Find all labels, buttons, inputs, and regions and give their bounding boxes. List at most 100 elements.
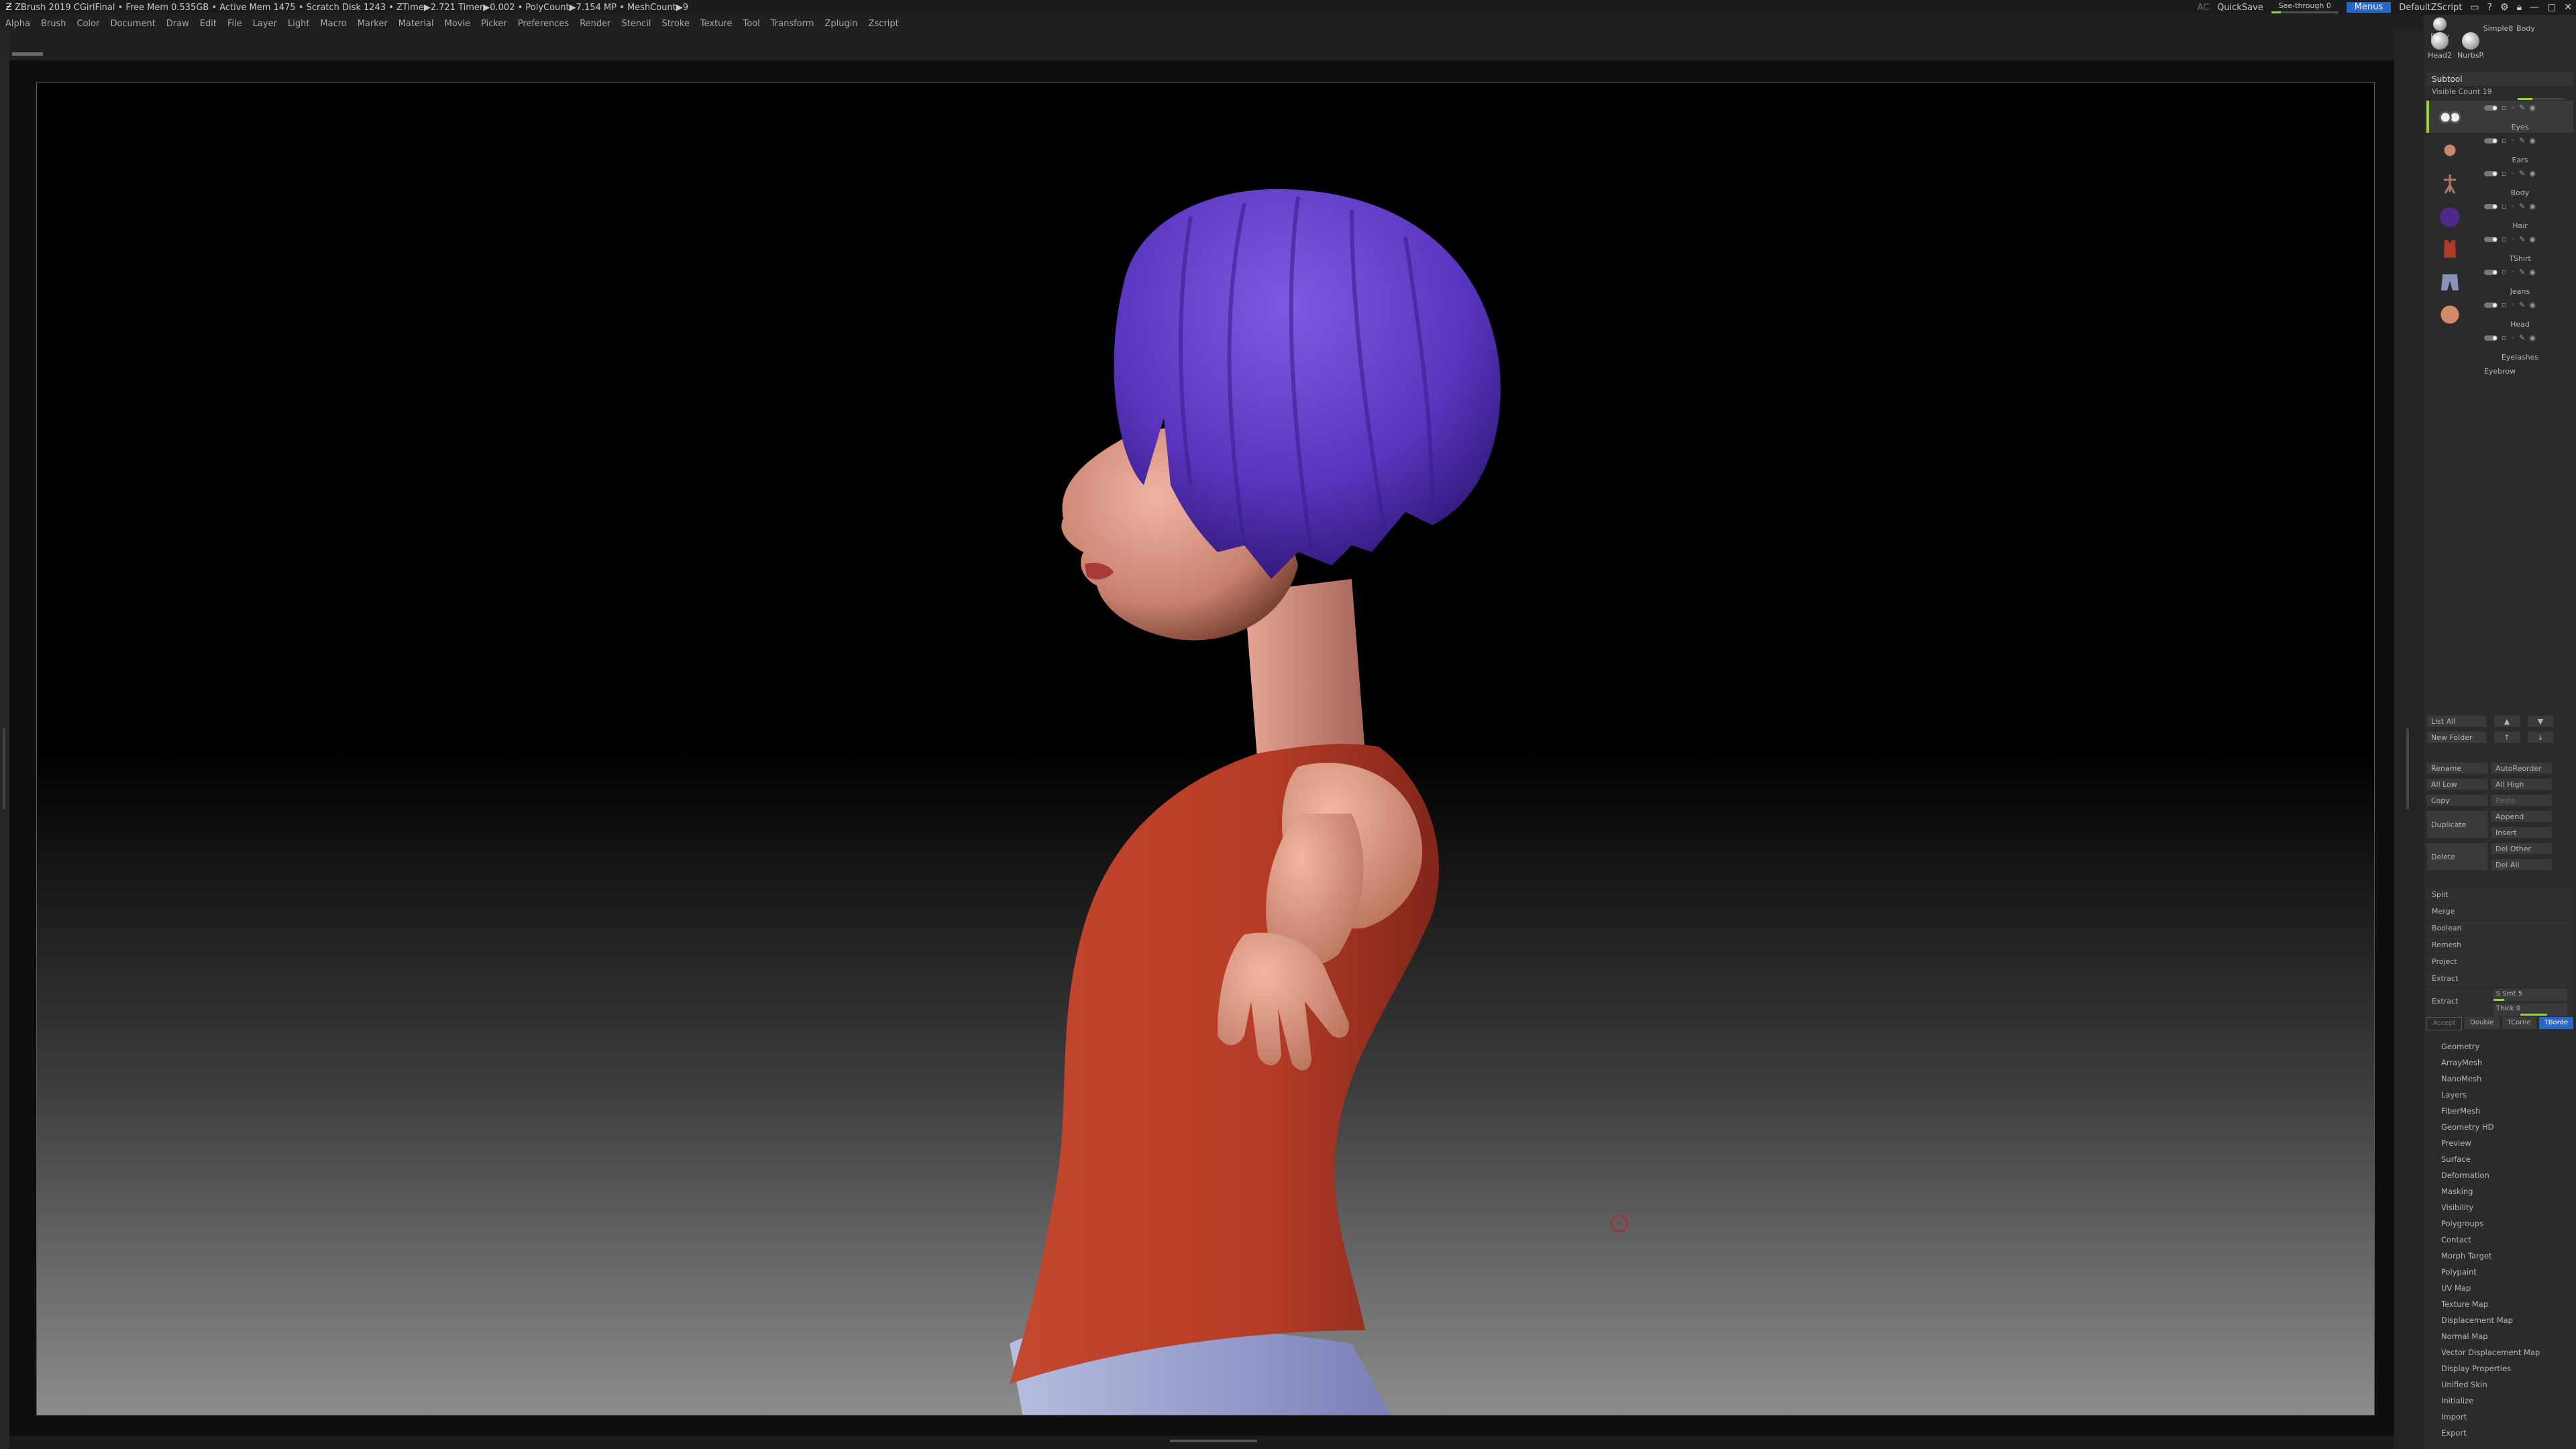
polypaint-icon[interactable]: ◦ [2510, 301, 2515, 309]
eye-icon[interactable]: ◉ [2529, 301, 2536, 309]
subpalette-nanomesh[interactable]: NanoMesh [2426, 1071, 2573, 1087]
subtool-palette-header[interactable]: Subtool [2426, 72, 2573, 86]
arrow-up-icon[interactable]: ▲ [2493, 715, 2520, 727]
eye-icon[interactable]: ◉ [2529, 334, 2536, 341]
brush-icon[interactable]: ✎ [2519, 334, 2525, 341]
subtool-row-eyelashes[interactable]: ▫ ◦ ✎ ◉ Eyelashes [2426, 331, 2573, 364]
folder-icon[interactable]: ▫ [2502, 104, 2506, 111]
folder-icon[interactable]: ▫ [2502, 268, 2506, 276]
menu-material[interactable]: Material [393, 19, 439, 29]
subpalette-geometry-hd[interactable]: Geometry HD [2426, 1119, 2573, 1135]
menu-render[interactable]: Render [574, 19, 616, 29]
new-folder-button[interactable]: New Folder [2426, 731, 2487, 743]
visible-count-slider[interactable] [2518, 98, 2565, 100]
polypaint-icon[interactable]: ◦ [2510, 334, 2515, 341]
accept-button[interactable]: Accept [2426, 1017, 2463, 1030]
menu-marker[interactable]: Marker [352, 19, 393, 29]
right-grip[interactable] [2406, 729, 2409, 809]
visibility-toggle[interactable] [2484, 335, 2498, 341]
visibility-toggle[interactable] [2484, 171, 2498, 176]
subpalette-morph-target[interactable]: Morph Target [2426, 1248, 2573, 1264]
visibility-toggle[interactable] [2484, 270, 2498, 275]
menu-edit[interactable]: Edit [195, 19, 222, 29]
menus-toggle[interactable]: Menus [2346, 2, 2392, 13]
insert-button[interactable]: Insert [2491, 826, 2553, 839]
list-all-button[interactable]: List All [2426, 715, 2487, 727]
subtool-row-head[interactable]: ▫ ◦ ✎ ◉ Head [2426, 298, 2573, 331]
copy-button[interactable]: Copy [2426, 794, 2488, 806]
tool-thumb-body-2[interactable]: Body [2512, 24, 2539, 33]
tool-thumb-head2[interactable]: Head2 [2426, 32, 2453, 60]
all-low-button[interactable]: All Low [2426, 778, 2488, 790]
brush-icon[interactable]: ✎ [2519, 104, 2525, 111]
all-high-button[interactable]: All High [2491, 778, 2553, 790]
extract-button[interactable]: Extract [2432, 997, 2458, 1006]
paste-button[interactable]: Paste [2491, 794, 2553, 806]
subpalette-uv-map[interactable]: UV Map [2426, 1280, 2573, 1296]
see-through-slider[interactable]: See-through 0 [2271, 1, 2339, 13]
subpalette-contact[interactable]: Contact [2426, 1232, 2573, 1248]
folder-icon[interactable]: ▫ [2502, 203, 2506, 210]
menu-texture[interactable]: Texture [695, 19, 738, 29]
brush-icon[interactable]: ✎ [2519, 170, 2525, 177]
menu-movie[interactable]: Movie [439, 19, 476, 29]
lock-icon[interactable]: 🔒︎ [2517, 2, 2522, 13]
subtool-row-eyes[interactable]: ▫ ◦ ✎ ◉ Eyes [2426, 101, 2573, 133]
menu-brush[interactable]: Brush [36, 19, 72, 29]
remesh-section[interactable]: Remesh [2426, 937, 2573, 954]
boolean-section[interactable]: Boolean [2426, 920, 2573, 937]
help-icon[interactable]: ? [2487, 2, 2492, 13]
subpalette-masking[interactable]: Masking [2426, 1183, 2573, 1199]
menu-zplugin[interactable]: Zplugin [819, 19, 863, 29]
subpalette-layers[interactable]: Layers [2426, 1087, 2573, 1103]
close-icon[interactable]: ✕ [2564, 2, 2572, 13]
subtool-row-body[interactable]: ▫ ◦ ✎ ◉ Body [2426, 166, 2573, 199]
tcorner-toggle[interactable]: TCorne [2502, 1017, 2536, 1029]
left-grip[interactable] [3, 729, 5, 809]
subpalette-fibermesh[interactable]: FiberMesh [2426, 1103, 2573, 1119]
eye-icon[interactable]: ◉ [2529, 235, 2536, 243]
brush-icon[interactable]: ✎ [2519, 301, 2525, 309]
eye-icon[interactable]: ◉ [2529, 170, 2536, 177]
polypaint-icon[interactable]: ◦ [2510, 235, 2515, 243]
extract-section[interactable]: Extract [2426, 971, 2573, 987]
folder-icon[interactable]: ▫ [2502, 170, 2506, 177]
menu-draw[interactable]: Draw [161, 19, 195, 29]
double-toggle[interactable]: Double [2465, 1017, 2500, 1029]
subpalette-arraymesh[interactable]: ArrayMesh [2426, 1055, 2573, 1071]
settings-icon[interactable]: ⚙ [2500, 2, 2509, 13]
sculpt-viewport[interactable] [36, 82, 2375, 1415]
move-up-icon[interactable]: ↑ [2493, 731, 2520, 743]
subpalette-initialize[interactable]: Initialize [2426, 1393, 2573, 1409]
append-button[interactable]: Append [2491, 810, 2553, 822]
subpalette-import[interactable]: Import [2426, 1409, 2573, 1425]
merge-section[interactable]: Merge [2426, 904, 2573, 920]
ac-button[interactable]: AC [2197, 3, 2209, 13]
default-zscript-button[interactable]: DefaultZScript [2399, 3, 2462, 13]
eye-icon[interactable]: ◉ [2529, 268, 2536, 276]
bottom-shelf-grip[interactable] [1170, 1440, 1257, 1442]
delete-button[interactable]: Delete [2426, 843, 2488, 871]
subpalette-unified-skin[interactable]: Unified Skin [2426, 1377, 2573, 1393]
polypaint-icon[interactable]: ◦ [2510, 170, 2515, 177]
brush-icon[interactable]: ✎ [2519, 235, 2525, 243]
del-other-button[interactable]: Del Other [2491, 843, 2553, 855]
subtool-row-eyebrow[interactable]: Eyebrow [2426, 364, 2573, 380]
menu-macro[interactable]: Macro [315, 19, 352, 29]
subpalette-display-properties[interactable]: Display Properties [2426, 1360, 2573, 1377]
subpalette-deformation[interactable]: Deformation [2426, 1167, 2573, 1183]
tborder-toggle[interactable]: TBorde [2538, 1017, 2573, 1029]
subpalette-surface[interactable]: Surface [2426, 1151, 2573, 1167]
project-section[interactable]: Project [2426, 954, 2573, 971]
folder-icon[interactable]: ▫ [2502, 334, 2506, 341]
menu-light[interactable]: Light [282, 19, 315, 29]
minimize-icon[interactable]: — [2530, 2, 2539, 13]
visibility-toggle[interactable] [2484, 105, 2498, 111]
quicksave-button[interactable]: QuickSave [2217, 3, 2263, 13]
menu-layer[interactable]: Layer [248, 19, 282, 29]
subpalette-normal-map[interactable]: Normal Map [2426, 1328, 2573, 1344]
subpalette-texture-map[interactable]: Texture Map [2426, 1296, 2573, 1312]
eye-icon[interactable]: ◉ [2529, 203, 2536, 210]
folder-icon[interactable]: ▫ [2502, 235, 2506, 243]
eye-icon[interactable]: ◉ [2529, 137, 2536, 144]
